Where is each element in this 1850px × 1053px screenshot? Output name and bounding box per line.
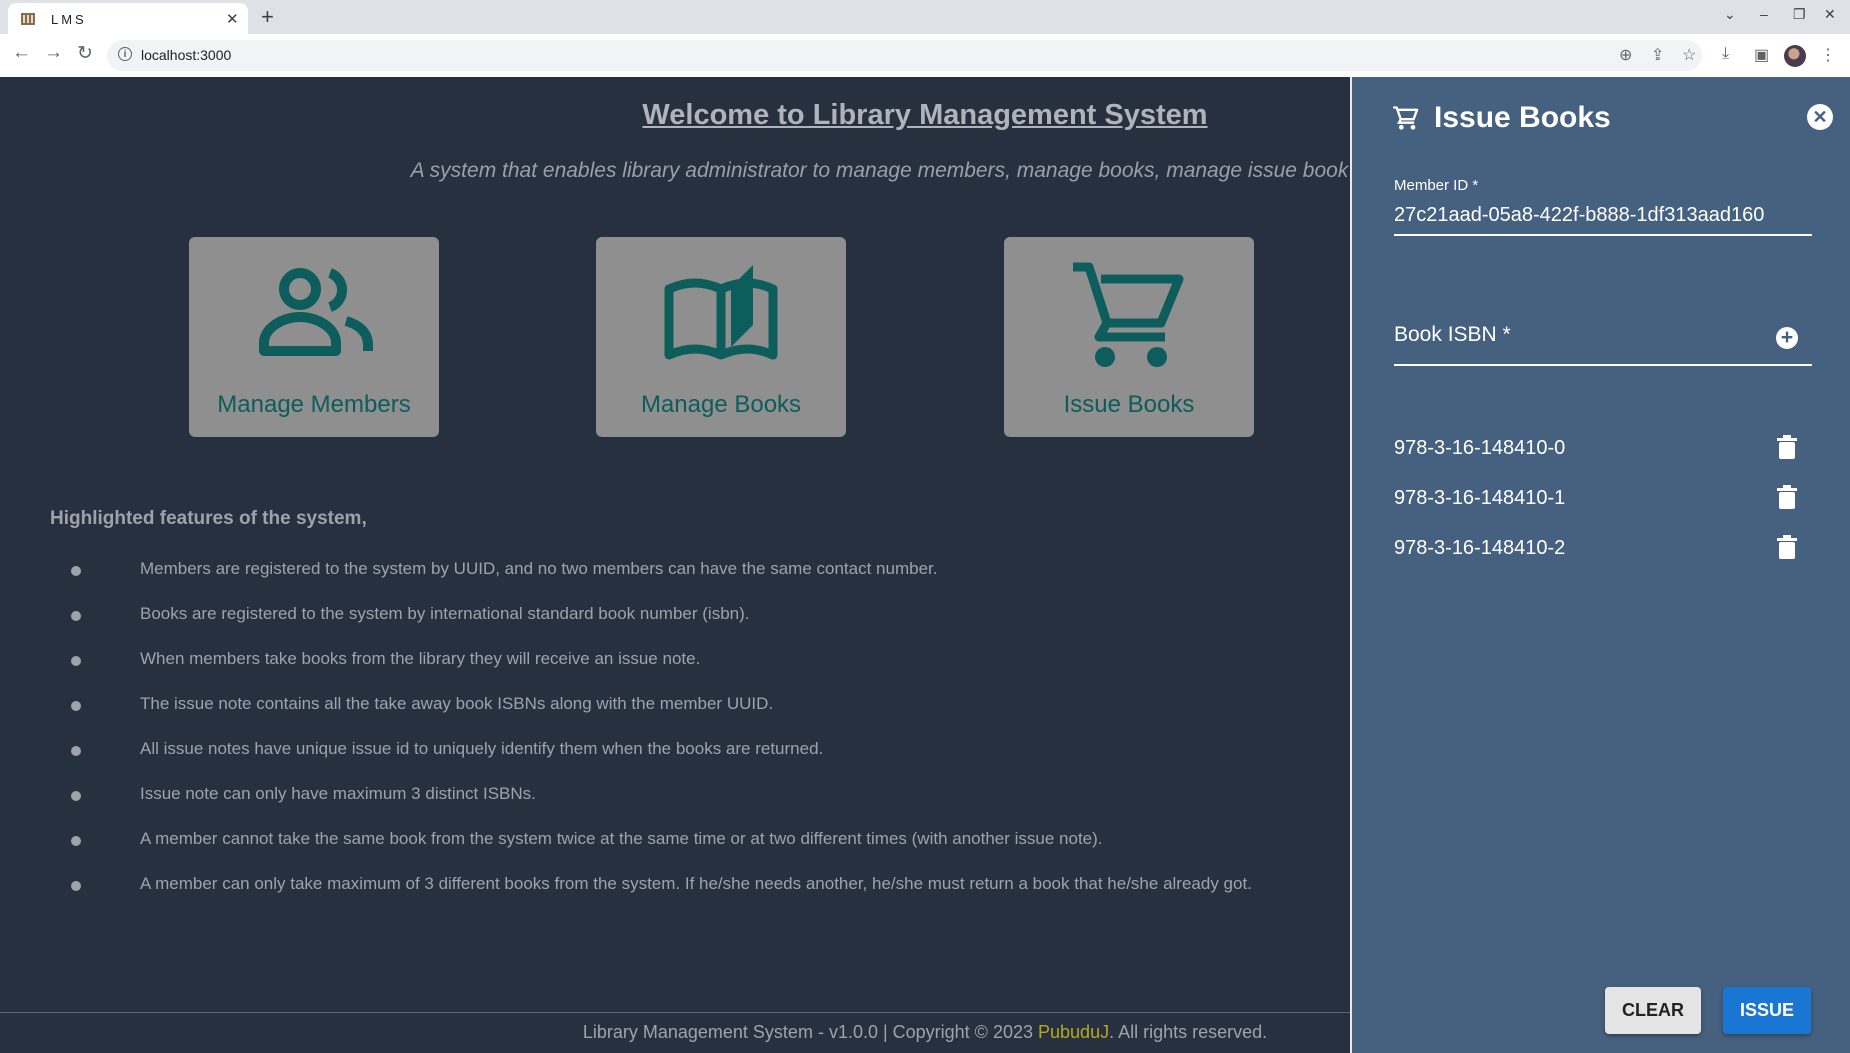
close-window-icon[interactable]: ✕ [1824, 6, 1836, 23]
manage-members-label: Manage Members [217, 391, 411, 418]
bullet [71, 701, 81, 711]
bookmark-star-icon[interactable]: ☆ [1682, 45, 1696, 65]
bullet [71, 836, 81, 846]
shopping-cart-icon [1073, 262, 1184, 367]
book-isbn-field[interactable]: Book ISBN * [1394, 323, 1511, 347]
feature-text: Members are registered to the system by … [140, 559, 938, 578]
restore-icon[interactable]: ❐ [1793, 6, 1806, 23]
issue-books-drawer: Issue Books ✕ Member ID * 27c21aad-05a8-… [1350, 77, 1850, 1053]
feature-text: When members take books from the library… [140, 649, 701, 668]
member-id-label: Member ID * [1394, 177, 1479, 194]
cart-icon [1393, 106, 1419, 130]
tab-search-chevron-icon[interactable]: ⌄ [1724, 6, 1736, 23]
footer-rights: . All rights reserved. [1109, 1022, 1268, 1042]
bullet [71, 611, 81, 621]
feature-text: Books are registered to the system by in… [140, 604, 750, 623]
drawer-title: Issue Books [1434, 101, 1611, 134]
forward-arrow-icon[interactable]: → [44, 42, 63, 64]
feature-text: The issue note contains all the take awa… [140, 694, 774, 713]
page-title: Welcome to Library Management System [642, 99, 1208, 131]
back-arrow-icon[interactable]: ← [12, 42, 31, 64]
member-id-field[interactable]: 27c21aad-05a8-422f-b888-1df313aad160 [1394, 204, 1764, 227]
footer-divider [0, 1012, 1350, 1013]
issue-books-label: Issue Books [1063, 391, 1195, 418]
book-isbn-item: 978-3-16-148410-2 [1394, 537, 1566, 559]
feature-text: A member can only take maximum of 3 diff… [140, 874, 1252, 893]
feature-text: A member cannot take the same book from … [140, 829, 1103, 848]
issue-books-card[interactable]: Issue Books [1004, 237, 1254, 437]
feature-text: All issue notes have unique issue id to … [140, 739, 824, 758]
feature-text: Issue note can only have maximum 3 disti… [140, 784, 536, 803]
side-panel-icon[interactable]: ▣ [1754, 45, 1769, 65]
delete-icon[interactable] [1777, 535, 1797, 559]
issue-button[interactable]: ISSUE [1723, 987, 1811, 1034]
browser-tab[interactable]: LMS ✕ [8, 3, 248, 34]
member-id-underline [1394, 234, 1812, 236]
manage-books-label: Manage Books [640, 391, 802, 418]
manage-members-card[interactable]: Manage Members [189, 237, 439, 437]
bullet [71, 656, 81, 666]
clear-button[interactable]: CLEAR [1605, 987, 1701, 1034]
manage-books-card[interactable]: Manage Books [596, 237, 846, 437]
zoom-icon[interactable]: ⊕ [1619, 45, 1632, 65]
share-icon[interactable]: ⇪ [1651, 45, 1664, 65]
open-book-icon [664, 265, 778, 360]
tab-title: LMS [51, 12, 87, 27]
bullet [71, 791, 81, 801]
footer-author-link[interactable]: PubuduJ [1038, 1022, 1109, 1042]
add-isbn-icon[interactable]: + [1776, 327, 1798, 349]
close-icon[interactable]: ✕ [1807, 104, 1833, 130]
bullet [71, 881, 81, 891]
minimize-icon[interactable]: – [1760, 6, 1768, 22]
tab-close-icon[interactable]: ✕ [226, 10, 239, 28]
delete-icon[interactable] [1777, 485, 1797, 509]
main-page: Welcome to Library Management System A s… [0, 77, 1350, 1053]
features-title: Highlighted features of the system, [50, 508, 367, 529]
footer-copyright: Library Management System - v1.0.0 | Cop… [582, 1022, 1033, 1042]
new-tab-icon[interactable]: + [261, 4, 274, 30]
download-icon[interactable]: ⤓ [1722, 45, 1729, 63]
address-bar[interactable]: i localhost:3000 ⊕ ⇪ ☆ [107, 40, 1702, 71]
book-isbn-underline [1394, 364, 1812, 366]
bullet [71, 746, 81, 756]
browser-tab-bar: LMS ✕ + ⌄ – ❐ ✕ [0, 0, 1850, 34]
bullet [71, 566, 81, 576]
url-text[interactable]: localhost:3000 [141, 47, 231, 63]
menu-dots-icon[interactable]: ⋮ [1820, 45, 1836, 65]
site-info-icon[interactable]: i [118, 47, 132, 61]
delete-icon[interactable] [1777, 435, 1797, 459]
page-subtitle: A system that enables library administra… [410, 159, 1350, 182]
library-favicon-icon [21, 13, 35, 25]
book-isbn-item: 978-3-16-148410-0 [1394, 437, 1566, 459]
footer: Library Management System - v1.0.0 | Cop… [0, 1022, 1350, 1043]
people-icon [259, 268, 373, 356]
reload-icon[interactable]: ↻ [77, 42, 93, 65]
profile-avatar[interactable] [1784, 45, 1806, 67]
book-isbn-item: 978-3-16-148410-1 [1394, 487, 1566, 509]
browser-toolbar: ← → ↻ i localhost:3000 ⊕ ⇪ ☆ ⤓ ▣ ⋮ [0, 34, 1850, 78]
